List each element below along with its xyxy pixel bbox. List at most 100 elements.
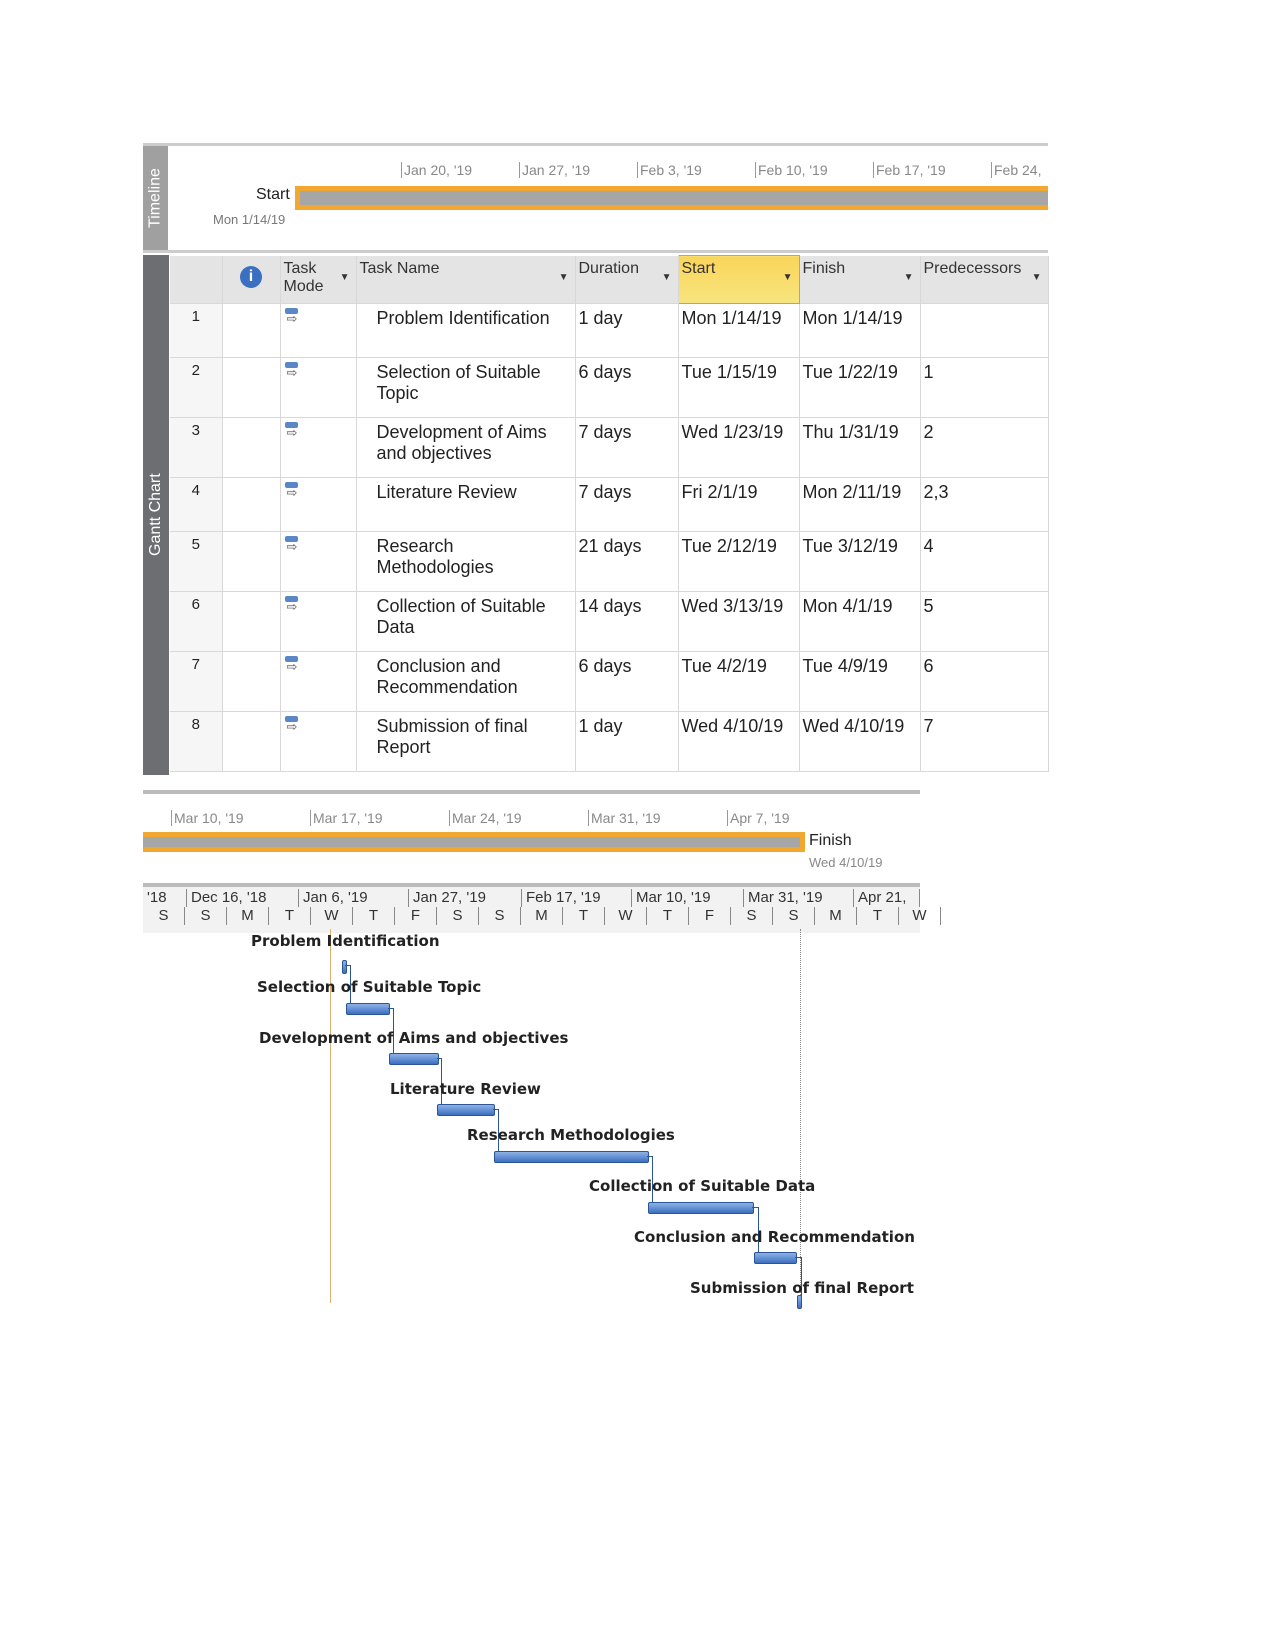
start-cell[interactable]: Tue 2/12/19 xyxy=(678,531,800,592)
dropdown-arrow-icon[interactable]: ▼ xyxy=(340,272,350,283)
finish-cell[interactable]: Mon 1/14/19 xyxy=(799,303,921,358)
task-mode-cell[interactable] xyxy=(280,303,357,358)
duration-cell[interactable]: 21 days xyxy=(575,531,679,592)
task-name-cell[interactable]: Submission of final Report xyxy=(356,711,576,772)
duration-cell[interactable]: 6 days xyxy=(575,357,679,418)
dropdown-arrow-icon[interactable]: ▼ xyxy=(559,272,569,283)
task-mode-cell[interactable] xyxy=(280,591,357,652)
gantt-task-bar[interactable] xyxy=(754,1252,797,1264)
start-cell[interactable]: Tue 1/15/19 xyxy=(678,357,800,418)
dropdown-arrow-icon[interactable]: ▼ xyxy=(662,272,672,283)
gantt-bar-label: Collection of Suitable Data xyxy=(589,1177,816,1195)
start-cell[interactable]: Tue 4/2/19 xyxy=(678,651,800,712)
predecessors-cell[interactable]: 2,3 xyxy=(920,477,1049,532)
timeline-bar-end[interactable] xyxy=(143,832,805,852)
gantt-task-bar[interactable] xyxy=(494,1151,649,1163)
timescale-major-label: Apr 21, xyxy=(854,889,920,907)
timeline-bar[interactable] xyxy=(295,186,1048,210)
task-name-cell[interactable]: Collection of Suitable Data xyxy=(356,591,576,652)
predecessors-cell[interactable]: 4 xyxy=(920,531,1049,592)
task-mode-cell[interactable] xyxy=(280,357,357,418)
col-start[interactable]: Start ▼ xyxy=(677,255,800,304)
finish-cell[interactable]: Thu 1/31/19 xyxy=(799,417,921,478)
row-number[interactable]: 7 xyxy=(170,651,223,712)
task-name-cell[interactable]: Conclusion and Recommendation xyxy=(356,651,576,712)
task-row[interactable]: 6 Collection of Suitable Data 14 days We… xyxy=(170,591,1049,652)
row-number[interactable]: 5 xyxy=(170,531,223,592)
task-name-cell[interactable]: Problem Identification xyxy=(356,303,576,358)
predecessors-cell[interactable]: 2 xyxy=(920,417,1049,478)
duration-cell[interactable]: 14 days xyxy=(575,591,679,652)
col-finish[interactable]: Finish ▼ xyxy=(799,255,921,304)
task-row[interactable]: 2 Selection of Suitable Topic 6 days Tue… xyxy=(170,357,1049,418)
task-name-cell[interactable]: Research Methodologies xyxy=(356,531,576,592)
finish-cell[interactable]: Wed 4/10/19 xyxy=(799,711,921,772)
predecessors-cell[interactable]: 6 xyxy=(920,651,1049,712)
task-sheet: i Task Mode ▼ Task Name ▼ Duration ▼ Start ▼… xyxy=(170,255,1049,772)
start-cell[interactable]: Mon 1/14/19 xyxy=(678,303,800,358)
timescale-minor-label: S xyxy=(143,907,185,925)
row-number[interactable]: 6 xyxy=(170,591,223,652)
auto-scheduled-icon xyxy=(284,308,300,328)
header-row: i Task Mode ▼ Task Name ▼ Duration ▼ Start ▼… xyxy=(170,255,1049,304)
start-cell[interactable]: Wed 4/10/19 xyxy=(678,711,800,772)
gantt-task-bar[interactable] xyxy=(346,1003,390,1015)
timeline-panel[interactable]: Timeline Jan 20, '19 Jan 27, '19 Feb 3, '1… xyxy=(143,143,1048,253)
col-indicators[interactable]: i xyxy=(222,255,281,304)
dropdown-arrow-icon[interactable]: ▼ xyxy=(1032,272,1042,283)
finish-cell[interactable]: Tue 4/9/19 xyxy=(799,651,921,712)
gantt-bar-label: Research Methodologies xyxy=(467,1126,675,1144)
duration-cell[interactable]: 7 days xyxy=(575,417,679,478)
row-number[interactable]: 3 xyxy=(170,417,223,478)
finish-cell[interactable]: Tue 1/22/19 xyxy=(799,357,921,418)
gantt-task-bar[interactable] xyxy=(389,1053,439,1065)
task-name-cell[interactable]: Development of Aims and objectives xyxy=(356,417,576,478)
dropdown-arrow-icon[interactable]: ▼ xyxy=(783,272,793,283)
predecessors-cell[interactable]: 1 xyxy=(920,357,1049,418)
task-row[interactable]: 3 Development of Aims and objectives 7 d… xyxy=(170,417,1049,478)
col-duration[interactable]: Duration ▼ xyxy=(575,255,679,304)
col-task-mode[interactable]: Task Mode ▼ xyxy=(280,255,357,304)
finish-cell[interactable]: Mon 2/11/19 xyxy=(799,477,921,532)
task-mode-cell[interactable] xyxy=(280,531,357,592)
task-row[interactable]: 8 Submission of final Report 1 day Wed 4… xyxy=(170,711,1049,772)
col-label: Task Mode xyxy=(283,259,324,295)
auto-scheduled-icon xyxy=(284,422,300,442)
task-mode-cell[interactable] xyxy=(280,477,357,532)
timescale-major-label: Dec 16, '18 xyxy=(187,889,299,907)
timeline-panel-continued[interactable]: Mar 10, '19 Mar 17, '19 Mar 24, '19 Mar 31,… xyxy=(143,790,920,874)
start-cell[interactable]: Fri 2/1/19 xyxy=(678,477,800,532)
col-task-name[interactable]: Task Name ▼ xyxy=(356,255,576,304)
row-number[interactable]: 2 xyxy=(170,357,223,418)
row-number[interactable]: 4 xyxy=(170,477,223,532)
duration-cell[interactable]: 6 days xyxy=(575,651,679,712)
task-row[interactable]: 5 Research Methodologies 21 days Tue 2/1… xyxy=(170,531,1049,592)
col-predecessors[interactable]: Predecessors ▼ xyxy=(920,255,1049,304)
task-row[interactable]: 1 Problem Identification 1 day Mon 1/14/… xyxy=(170,303,1049,358)
task-row[interactable]: 7 Conclusion and Recommendation 6 days T… xyxy=(170,651,1049,712)
row-number[interactable]: 8 xyxy=(170,711,223,772)
predecessors-cell[interactable] xyxy=(920,303,1049,358)
predecessors-cell[interactable]: 7 xyxy=(920,711,1049,772)
row-number[interactable]: 1 xyxy=(170,303,223,358)
start-cell[interactable]: Wed 3/13/19 xyxy=(678,591,800,652)
finish-cell[interactable]: Mon 4/1/19 xyxy=(799,591,921,652)
dropdown-arrow-icon[interactable]: ▼ xyxy=(904,272,914,283)
gantt-milestone-bar[interactable] xyxy=(797,1295,802,1309)
gantt-task-bar[interactable] xyxy=(648,1202,754,1214)
timescale-minor-label: T xyxy=(563,907,605,925)
predecessors-cell[interactable]: 5 xyxy=(920,591,1049,652)
duration-cell[interactable]: 1 day xyxy=(575,303,679,358)
task-mode-cell[interactable] xyxy=(280,711,357,772)
start-cell[interactable]: Wed 1/23/19 xyxy=(678,417,800,478)
finish-cell[interactable]: Tue 3/12/19 xyxy=(799,531,921,592)
task-name-cell[interactable]: Literature Review xyxy=(356,477,576,532)
task-name-cell[interactable]: Selection of Suitable Topic xyxy=(356,357,576,418)
task-mode-cell[interactable] xyxy=(280,651,357,712)
task-row[interactable]: 4 Literature Review 7 days Fri 2/1/19 Mo… xyxy=(170,477,1049,532)
gantt-task-bar[interactable] xyxy=(437,1104,495,1116)
duration-cell[interactable]: 7 days xyxy=(575,477,679,532)
duration-cell[interactable]: 1 day xyxy=(575,711,679,772)
timeline-tick-label: Feb 10, '19 xyxy=(755,162,828,178)
task-mode-cell[interactable] xyxy=(280,417,357,478)
